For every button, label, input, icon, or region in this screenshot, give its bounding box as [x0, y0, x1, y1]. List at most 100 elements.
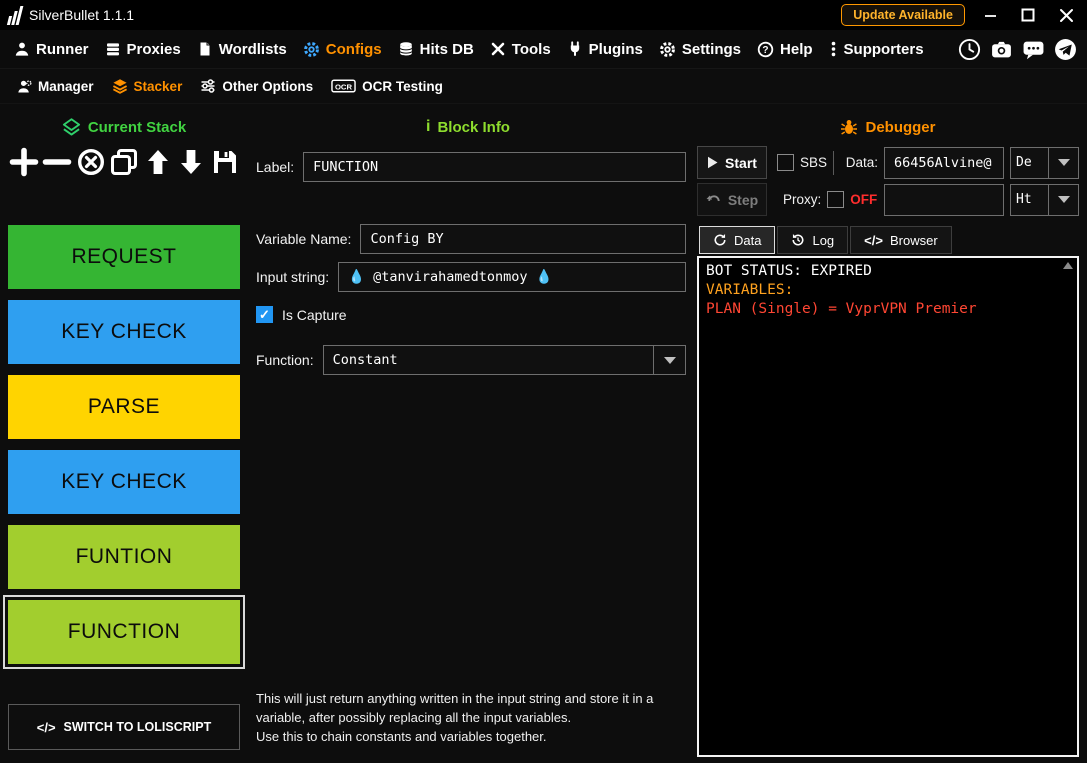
- update-available-button[interactable]: Update Available: [841, 4, 965, 26]
- stack-block-parse[interactable]: PARSE: [8, 375, 240, 439]
- clear-stack-icon[interactable]: [75, 146, 106, 177]
- tab-label: Data: [734, 232, 762, 248]
- maximize-button[interactable]: [1015, 4, 1041, 26]
- sbs-checkbox[interactable]: [777, 154, 794, 171]
- stack-block-function-selected[interactable]: FUNCTION: [3, 595, 245, 669]
- current-stack-title: Current Stack: [8, 118, 240, 137]
- function-select-arrow[interactable]: [653, 345, 686, 375]
- tab-log[interactable]: Log: [777, 226, 849, 254]
- close-button[interactable]: [1053, 4, 1079, 26]
- subnav-item-ocr-testing[interactable]: OCR OCR Testing: [322, 69, 452, 103]
- function-select-value[interactable]: [322, 345, 653, 375]
- debugger-row-2: Step Proxy: OFF Ht: [697, 183, 1079, 216]
- start-button[interactable]: Start: [697, 146, 767, 179]
- subnav-item-label: Stacker: [133, 78, 183, 94]
- step-button-label: Step: [727, 191, 759, 208]
- is-capture-label: Is Capture: [282, 306, 347, 323]
- stack-toolbar: [8, 146, 240, 177]
- save-stack-icon[interactable]: [209, 146, 240, 177]
- step-button[interactable]: Step: [697, 183, 767, 216]
- proxy-type-dropdown[interactable]: Ht: [1010, 183, 1079, 216]
- clone-block-icon[interactable]: [109, 146, 140, 177]
- camera-icon[interactable]: [990, 38, 1013, 61]
- runner-icon: [15, 42, 29, 56]
- sbs-label: SBS: [800, 155, 828, 170]
- is-capture-checkbox[interactable]: [256, 306, 273, 323]
- manager-icon: [18, 79, 32, 92]
- stack-block-keycheck-2[interactable]: KEY CHECK: [8, 450, 240, 514]
- tab-data[interactable]: Data: [699, 226, 776, 254]
- is-capture-row: Is Capture: [256, 306, 686, 323]
- console-line: PLAN (Single) = VyprVPN Premier: [706, 301, 977, 318]
- move-up-icon[interactable]: [142, 146, 173, 177]
- settings-gear-icon: [659, 41, 675, 57]
- chat-icon[interactable]: [1022, 38, 1045, 61]
- nav-item-hits-db[interactable]: Hits DB: [390, 30, 482, 68]
- subnav-item-label: Manager: [38, 78, 94, 94]
- variable-name-input[interactable]: [360, 224, 686, 254]
- function-description: This will just return anything written i…: [256, 690, 684, 747]
- nav-item-proxies[interactable]: Proxies: [97, 30, 189, 68]
- data-input[interactable]: [884, 146, 1004, 179]
- proxy-type-dropdown-arrow[interactable]: [1049, 183, 1079, 216]
- current-stack-title-text: Current Stack: [87, 119, 187, 136]
- proxy-type-value[interactable]: Ht: [1010, 183, 1049, 216]
- nav-item-configs[interactable]: Configs: [295, 30, 390, 68]
- stack-block-request[interactable]: REQUEST: [8, 225, 240, 289]
- nav-item-settings[interactable]: Settings: [651, 30, 749, 68]
- nav-item-tools[interactable]: Tools: [482, 30, 559, 68]
- subnav-item-label: Other Options: [222, 78, 314, 94]
- debugger-row-1: Start SBS Data: De: [697, 146, 1079, 179]
- data-type-dropdown-arrow[interactable]: [1049, 146, 1079, 179]
- move-down-icon[interactable]: [176, 146, 207, 177]
- chevron-down-icon: [1057, 196, 1070, 203]
- minimize-button[interactable]: [977, 4, 1003, 26]
- proxy-input[interactable]: [884, 183, 1004, 216]
- scrollbar-up-icon[interactable]: [1063, 262, 1073, 269]
- nav-item-help[interactable]: ? Help: [749, 30, 821, 68]
- data-type-value[interactable]: De: [1010, 146, 1049, 179]
- nav-item-supporters[interactable]: Supporters: [821, 30, 932, 68]
- tab-label: Log: [812, 232, 835, 248]
- sliders-icon: [201, 79, 215, 93]
- nav-item-label: Runner: [36, 40, 89, 58]
- history-icon[interactable]: [958, 38, 981, 61]
- nav-item-label: Hits DB: [419, 40, 474, 58]
- nav-item-wordlists[interactable]: Wordlists: [189, 30, 295, 68]
- debugger-console[interactable]: BOT STATUS: EXPIRED VARIABLES: PLAN (Sin…: [697, 256, 1079, 757]
- configs-gear-icon: [303, 41, 319, 57]
- chevron-down-icon: [663, 356, 676, 364]
- block-info-panel: i Block Info Label: Variable Name: Input…: [248, 104, 688, 763]
- function-select[interactable]: [322, 345, 686, 375]
- stack-diamond-icon: [62, 118, 80, 136]
- add-block-icon[interactable]: [8, 146, 39, 177]
- subnav-item-label: OCR Testing: [362, 78, 443, 94]
- description-line: Use this to chain constants and variable…: [256, 728, 547, 744]
- subnav-item-stacker[interactable]: Stacker: [103, 69, 192, 103]
- remove-block-icon[interactable]: [42, 146, 73, 177]
- stack-block-keycheck-1[interactable]: KEY CHECK: [8, 300, 240, 364]
- label-field-row: Label:: [256, 152, 686, 182]
- description-line: This will just return anything written i…: [256, 691, 654, 725]
- configs-subnav: Manager Stacker Other Options OCR OCR Te…: [0, 69, 1087, 104]
- nav-item-label: Tools: [511, 40, 551, 58]
- subnav-item-manager[interactable]: Manager: [8, 69, 103, 103]
- input-string-input[interactable]: [338, 262, 686, 292]
- telegram-icon[interactable]: [1054, 38, 1077, 61]
- wordlists-icon: [200, 42, 210, 56]
- nav-item-plugins[interactable]: Plugins: [559, 30, 651, 68]
- nav-item-runner[interactable]: Runner: [6, 30, 97, 68]
- code-icon: </>: [36, 719, 56, 735]
- stack-block-funtion[interactable]: FUNTION: [8, 525, 240, 589]
- nav-item-label: Configs: [325, 40, 382, 58]
- proxy-label: Proxy:: [783, 192, 822, 207]
- label-input[interactable]: [303, 152, 686, 182]
- stacker-icon: [112, 79, 127, 94]
- input-string-label: Input string:: [256, 269, 330, 285]
- data-type-dropdown[interactable]: De: [1010, 146, 1079, 179]
- subnav-item-other-options[interactable]: Other Options: [191, 69, 322, 103]
- tab-browser[interactable]: </> Browser: [850, 226, 952, 254]
- variable-name-row: Variable Name:: [256, 224, 686, 254]
- switch-to-loliscript-button[interactable]: </> SWITCH TO LOLISCRIPT: [8, 704, 240, 750]
- proxy-checkbox[interactable]: [827, 191, 845, 208]
